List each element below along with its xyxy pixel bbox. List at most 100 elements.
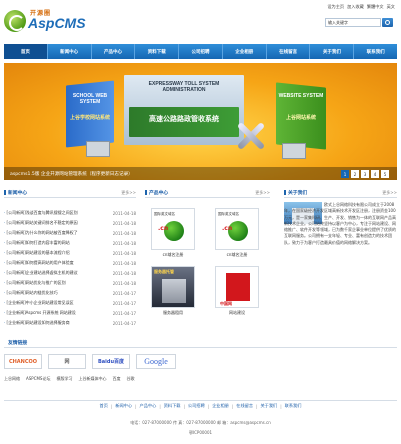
slide-button-1[interactable]: 1 [341,170,349,178]
news-item[interactable]: [公司新闻]企业建站选择虚拟主机的建议 2011-04-18 [4,268,136,278]
search-button[interactable] [382,18,393,27]
banner-caption[interactable]: aspcms1.5版 企业开源网站管理系统（程序更新日志记录） [10,171,133,177]
text-link[interactable]: 模版学习 [56,376,72,382]
product-image[interactable]: 中国网 [215,266,259,308]
product-item[interactable]: 国际英文域名 .cn cn域名注册 [149,208,197,258]
about-text: 欧式上谷网络科技有限公司成立于2008年，在国家级经济开发区域高新技术开发区注册… [284,202,396,245]
news-item[interactable]: [企业新闻]中小企业网站建设常见误区 2011-04-17 [4,298,136,308]
news-item-title[interactable]: [公司新闻]网站关键词排名不稳定的原因 [4,220,104,226]
footer-nav-separator: | [207,403,210,409]
search-input[interactable]: 输入关键字 [325,18,381,27]
news-item-title[interactable]: [公司新闻]如何提高网站的用户体验度 [4,260,104,266]
news-item[interactable]: [企业新闻]网站建设如何选择服务商 2011-04-17 [4,318,136,328]
news-item[interactable]: [公司新闻]网站优化与推广的区别 2011-04-18 [4,278,136,288]
link-logo-baidu[interactable]: Baidu百度 [92,354,130,369]
slide-button-5[interactable]: 5 [381,170,389,178]
box2-title: EXPRESSWAY TOLL SYSTEM ADMINISTRATION [148,81,220,93]
news-item-title[interactable]: [企业新闻]中小企业网站建设常见误区 [4,300,104,306]
slide-pager: 1 2 3 4 5 [341,170,389,178]
toplink-home[interactable]: 设为主页 [327,4,344,10]
slide-button-2[interactable]: 2 [351,170,359,178]
footer-nav-link[interactable]: 联系我们 [285,403,302,409]
product-caption[interactable]: cn域名注册 [149,252,197,258]
footer-nav-link[interactable]: 首页 [100,403,108,409]
news-item-title[interactable]: [公司新闻]网站优化与推广的区别 [4,280,104,286]
footer-nav-link[interactable]: 在线留言 [236,403,253,409]
products-section: 产品中心 更多>> 国际英文域名 .cn cn域名注册 国际英文域名 .cn c… [144,188,270,315]
text-link[interactable]: 上谷网络 [4,376,20,382]
product-caption[interactable]: 服务器租用 [149,310,197,316]
footer-nav-link[interactable]: 关于我们 [260,403,277,409]
site-logo[interactable]: 开源圈 AspCMS [4,6,86,38]
slide-button-3[interactable]: 3 [361,170,369,178]
news-item[interactable]: [公司新闻]如何打造内容丰富的网站 2011-04-18 [4,238,136,248]
news-item-title[interactable]: [公司新闻]网站建设的基本流程介绍 [4,250,104,256]
product-image[interactable]: 国际英文域名 .cn [215,208,259,250]
news-item-title[interactable]: [公司新闻]如何打造内容丰富的网站 [4,240,104,246]
toplink-traditional[interactable]: 繁體中文 [367,4,384,10]
news-header: 新闻中心 更多>> [3,188,136,198]
footer-nav-link[interactable]: 公司招聘 [188,403,205,409]
news-more-link[interactable]: 更多>> [121,190,136,196]
product-item[interactable]: 国际英文域名 .cn cn域名注册 [213,208,261,258]
text-link[interactable]: 谷歌 [126,376,134,382]
nav-album[interactable]: 企业相册 [223,44,267,59]
nav-contact[interactable]: 联系我们 [354,44,397,59]
products-header: 产品中心 更多>> [144,188,270,198]
product-item[interactable]: 中国网 网站建设 [213,266,261,316]
nav-home[interactable]: 首页 [4,44,48,59]
text-link[interactable]: 上谷新媒体中心 [78,376,106,382]
products-title: 产品中心 [144,190,169,196]
news-item-date: 2011-04-18 [112,210,136,216]
computer-icon [86,141,110,157]
products-grid: 国际英文域名 .cn cn域名注册 国际英文域名 .cn cn域名注册 服务器托… [145,208,270,344]
product-image[interactable]: 国际英文域名 .cn [151,208,195,250]
footer-nav-link[interactable]: 新闻中心 [115,403,132,409]
product-caption[interactable]: 网站建设 [213,310,261,316]
news-item-title[interactable]: [公司新闻]企业建站选择虚拟主机的建议 [4,270,104,276]
about-more-link[interactable]: 更多>> [382,190,397,196]
news-item-date: 2011-04-18 [112,220,136,226]
news-item[interactable]: [公司新闻]如何提高网站的用户体验度 2011-04-18 [4,258,136,268]
link-logo-google[interactable]: Google [136,354,176,369]
news-item-title[interactable]: [企业新闻]Aspcms 开源系统 网站建设 [4,310,104,316]
news-item-title[interactable]: [公司新闻]浅谈百度与腾讯搜搜之间区别 [4,210,104,216]
news-item[interactable]: [公司新闻]网站建设的基本流程介绍 2011-04-18 [4,248,136,258]
nav-guestbook[interactable]: 在线留言 [267,44,311,59]
news-item[interactable]: [公司新闻]网站内链优化技巧 2011-04-17 [4,288,136,298]
nav-news[interactable]: 新闻中心 [48,44,92,59]
nav-about[interactable]: 关于我们 [310,44,355,59]
news-item[interactable]: [公司新闻]浅谈百度与腾讯搜搜之间区别 2011-04-18 [4,208,136,218]
news-item-date: 2011-04-17 [112,310,136,316]
links-title: 友情链接 [8,341,28,346]
news-item-title[interactable]: [公司新闻]为什么你的网站被百度降权了 [4,230,104,236]
news-item[interactable]: [企业新闻]Aspcms 开源系统 网站建设 2011-04-17 [4,308,136,318]
nav-jobs[interactable]: 公司招聘 [179,44,223,59]
link-logo-wang[interactable]: 网 [48,354,86,369]
news-item-date: 2011-04-18 [112,280,136,286]
text-link[interactable]: ASPCMS论坛 [26,376,50,382]
nav-products[interactable]: 产品中心 [92,44,136,59]
nav-downloads[interactable]: 资料下载 [135,44,180,59]
news-item-title[interactable]: [企业新闻]网站建设如何选择服务商 [4,320,104,326]
about-section: 关于我们 更多>> 欧式上谷网络科技有限公司成立于2008年，在国家级经济开发区… [283,188,397,245]
news-item[interactable]: [公司新闻]网站关键词排名不稳定的原因 2011-04-18 [4,218,136,228]
slide-button-4[interactable]: 4 [371,170,379,178]
text-link[interactable]: 百度 [112,376,120,382]
products-more-link[interactable]: 更多>> [255,190,270,196]
product-image[interactable]: 服务器托管 [151,266,195,308]
toplink-english[interactable]: 英文 [387,4,395,10]
link-logo-chancoo[interactable]: CHANCOO [4,354,42,369]
product-item[interactable]: 服务器托管 服务器租用 [149,266,197,316]
page: 开源圈 AspCMS 设为主页 加入收藏 繁體中文 英文 输入关键字 首页 新闻… [0,0,401,444]
top-links: 设为主页 加入收藏 繁體中文 英文 [327,4,395,10]
banner-slideshow[interactable]: SCHOOL WEB SYSTEM 上谷学校网站系统 EXPRESSWAY TO… [4,63,397,180]
product-caption[interactable]: cn域名注册 [213,252,261,258]
footer-nav-link[interactable]: 产品中心 [140,403,157,409]
toplink-favorite[interactable]: 加入收藏 [347,4,364,10]
news-item-title[interactable]: [公司新闻]网站内链优化技巧 [4,290,104,296]
news-item-date: 2011-04-17 [112,320,136,326]
footer-nav-link[interactable]: 企业相册 [212,403,229,409]
footer-nav-link[interactable]: 资料下载 [164,403,181,409]
news-item[interactable]: [公司新闻]为什么你的网站被百度降权了 2011-04-18 [4,228,136,238]
